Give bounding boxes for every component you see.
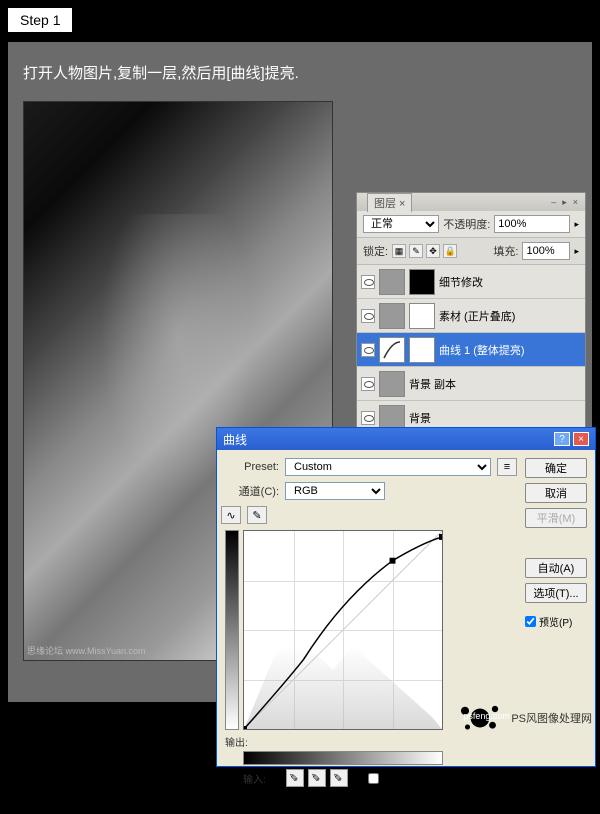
visibility-icon[interactable]	[361, 343, 375, 357]
pencil-tool-icon[interactable]: ✎	[247, 506, 267, 524]
curves-titlebar[interactable]: 曲线 ? ×	[217, 428, 595, 450]
auto-button[interactable]: 自动(A)	[525, 558, 587, 578]
tutorial-area: 打开人物图片,复制一层,然后用[曲线]提亮. 思缘论坛 www.MissYuan…	[8, 42, 592, 702]
close-icon[interactable]: ×	[573, 432, 589, 446]
curve-graph[interactable]	[243, 530, 443, 730]
preset-label: Preset:	[225, 461, 279, 473]
fill-label: 填充:	[493, 243, 518, 259]
layer-row[interactable]: 背景 副本	[357, 367, 585, 401]
chevron-icon: ⌄	[225, 795, 233, 806]
lock-label: 锁定:	[363, 243, 388, 259]
fill-arrow-icon[interactable]: ▸	[574, 246, 579, 257]
layer-thumb[interactable]	[379, 269, 405, 295]
visibility-icon[interactable]	[361, 275, 375, 289]
preset-select[interactable]: Custom	[285, 458, 491, 476]
input-gradient	[243, 751, 443, 765]
layer-list: 细节修改 素材 (正片叠底) 曲线 1 (整体提亮) 背景 副本	[357, 265, 585, 435]
visibility-icon[interactable]	[361, 377, 375, 391]
output-label: 输出:	[225, 734, 248, 749]
visibility-icon[interactable]	[361, 411, 375, 425]
instruction-text: 打开人物图片,复制一层,然后用[曲线]提亮.	[23, 62, 577, 83]
opacity-arrow-icon[interactable]: ▸	[574, 219, 579, 230]
blend-mode-select[interactable]: 正常	[363, 215, 439, 233]
lock-all-icon[interactable]: 🔒	[443, 244, 457, 258]
footer-brand: psfeng.com PS风图像处理网	[455, 700, 592, 736]
layer-thumb[interactable]	[379, 303, 405, 329]
layer-thumb[interactable]	[379, 371, 405, 397]
panel-close-icon[interactable]: ×	[573, 197, 578, 207]
display-options-toggle[interactable]: ⌄ Curve Display Options	[225, 795, 517, 806]
curves-adjustment-icon[interactable]	[379, 337, 405, 363]
layer-mask[interactable]	[409, 337, 435, 363]
layer-name[interactable]: 曲线 1 (整体提亮)	[439, 342, 581, 358]
layers-tab[interactable]: 图层 ×	[367, 193, 412, 212]
layer-name[interactable]: 素材 (正片叠底)	[439, 308, 581, 324]
channel-label: 通道(C):	[225, 483, 279, 499]
layer-row[interactable]: 曲线 1 (整体提亮)	[357, 333, 585, 367]
black-point-eyedropper-icon[interactable]	[286, 769, 304, 787]
layer-mask[interactable]	[409, 269, 435, 295]
preset-menu-icon[interactable]: ≡	[497, 458, 517, 476]
layer-name[interactable]: 细节修改	[439, 274, 581, 290]
lock-position-icon[interactable]: ✥	[426, 244, 440, 258]
lock-transparent-icon[interactable]: ▦	[392, 244, 406, 258]
layer-name[interactable]: 背景 副本	[409, 376, 581, 392]
panel-minimize-icon[interactable]: –	[551, 197, 556, 207]
preview-checkbox[interactable]: 预览(P)	[525, 614, 587, 629]
show-clipping-checkbox[interactable]: Show Clipping	[368, 773, 446, 784]
layer-row[interactable]: 细节修改	[357, 265, 585, 299]
photo-watermark: 思缘论坛 www.MissYuan.com	[27, 644, 146, 657]
ok-button[interactable]: 确定	[525, 458, 587, 478]
layers-panel: 图层 × – ▸ × 正常 不透明度: ▸ 锁定: ▦ ✎ ✥ 🔒 填充: ▸	[356, 192, 586, 436]
layer-name[interactable]: 背景	[409, 410, 581, 426]
layer-row[interactable]: 素材 (正片叠底)	[357, 299, 585, 333]
output-gradient	[225, 530, 239, 730]
lock-paint-icon[interactable]: ✎	[409, 244, 423, 258]
opacity-input[interactable]	[494, 215, 570, 233]
curve-line[interactable]	[244, 531, 442, 729]
help-icon[interactable]: ?	[554, 432, 570, 446]
gray-point-eyedropper-icon[interactable]	[308, 769, 326, 787]
curves-title: 曲线	[223, 431, 247, 448]
layer-mask[interactable]	[409, 303, 435, 329]
channel-select[interactable]: RGB	[285, 482, 385, 500]
curve-tool-icon[interactable]: ∿	[221, 506, 241, 524]
options-button[interactable]: 选项(T)...	[525, 583, 587, 603]
opacity-label: 不透明度:	[443, 216, 490, 232]
layers-panel-titlebar[interactable]: 图层 × – ▸ ×	[357, 193, 585, 211]
smooth-button: 平滑(M)	[525, 508, 587, 528]
brand-logo-icon: psfeng.com	[455, 700, 505, 736]
input-label: 输入:	[243, 771, 266, 786]
white-point-eyedropper-icon[interactable]	[330, 769, 348, 787]
step-label: Step 1	[8, 8, 72, 32]
visibility-icon[interactable]	[361, 309, 375, 323]
cancel-button[interactable]: 取消	[525, 483, 587, 503]
panel-menu-icon[interactable]: ▸	[562, 197, 567, 208]
fill-input[interactable]	[522, 242, 570, 260]
